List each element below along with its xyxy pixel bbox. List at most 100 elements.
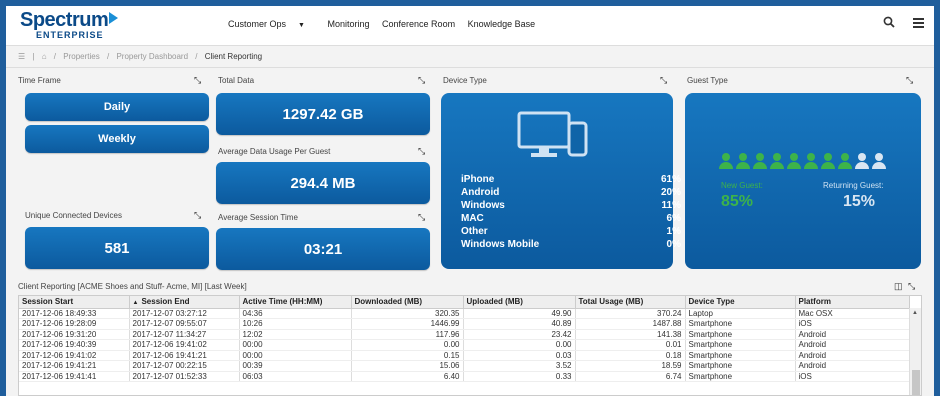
columns-icon[interactable]: ◫ — [894, 281, 903, 292]
unique-devices-value: 581 — [25, 227, 209, 269]
total-data-value: 1297.42 GB — [216, 93, 430, 135]
table-cell: 00:00 — [239, 339, 352, 351]
col-uploaded[interactable]: Uploaded (MB) — [463, 296, 576, 309]
person-icon — [855, 153, 869, 169]
expand-icon[interactable]: ⤡ — [418, 75, 425, 86]
table-row[interactable]: 2017-12-06 19:41:41 2017-12-07 01:52:33 06… — [19, 371, 910, 382]
guest-type-title: Guest Type — [687, 76, 728, 85]
device-name: MAC — [461, 213, 484, 224]
table-cell: iOS — [795, 318, 910, 330]
table-header: Session Start ▲ Session End Active Time (… — [19, 296, 910, 309]
table-cell: 0.00 — [463, 339, 576, 351]
table-cell: 2017-12-06 19:41:02 — [129, 339, 240, 351]
nav-customer-ops[interactable]: Customer Ops ▼ — [228, 19, 315, 29]
table-cell: 320.35 — [351, 308, 464, 319]
table-cell: 0.01 — [575, 339, 686, 351]
table-cell: 141.38 — [575, 329, 686, 340]
table-cell: 0.15 — [351, 350, 464, 361]
logo-arrow-icon — [109, 12, 119, 24]
logo-subtext: ENTERPRISE — [36, 30, 104, 40]
table-cell: Laptop — [685, 308, 796, 319]
col-session-end-label: Session End — [141, 297, 190, 307]
nav-knowledge-base[interactable]: Knowledge Base — [468, 19, 536, 29]
table-row[interactable]: 2017-12-06 19:40:39 2017-12-06 19:41:02 00… — [19, 339, 910, 351]
table-row[interactable]: 2017-12-06 19:28:09 2017-12-07 09:55:07 10… — [19, 318, 910, 330]
device-pct: 1% — [666, 226, 681, 237]
col-session-end[interactable]: ▲ Session End — [129, 296, 240, 309]
table-cell: iOS — [795, 371, 910, 382]
table-row[interactable]: 2017-12-06 18:49:33 2017-12-07 03:27:12 04… — [19, 308, 910, 319]
table-row[interactable]: 2017-12-06 19:41:21 2017-12-07 00:22:15 00… — [19, 360, 910, 372]
expand-icon[interactable]: ⤡ — [418, 146, 425, 157]
table-cell: 06:03 — [239, 371, 352, 382]
col-session-start[interactable]: Session Start — [19, 296, 130, 309]
table-cell: 04:36 — [239, 308, 352, 319]
person-icon — [838, 153, 852, 169]
scroll-thumb[interactable] — [912, 370, 920, 395]
col-active-time[interactable]: Active Time (HH:MM) — [239, 296, 352, 309]
expand-icon[interactable]: ⤡ — [194, 210, 201, 221]
col-downloaded[interactable]: Downloaded (MB) — [351, 296, 464, 309]
expand-icon[interactable]: ⤡ — [908, 281, 915, 292]
guest-people-icons — [719, 153, 889, 169]
table-cell: 1487.88 — [575, 318, 686, 330]
col-device-type[interactable]: Device Type — [685, 296, 796, 309]
breadcrumb-properties[interactable]: Properties — [63, 52, 99, 61]
nav-customer-ops-label: Customer Ops — [228, 19, 287, 29]
new-guest-label: New Guest: — [721, 181, 763, 190]
device-pct: 61% — [660, 174, 681, 185]
logo-text: Spectrum — [20, 9, 109, 31]
search-icon[interactable] — [883, 15, 899, 31]
expand-icon[interactable]: ⤡ — [418, 212, 425, 223]
sort-asc-icon: ▲ — [132, 300, 139, 307]
expand-icon[interactable]: ⤡ — [660, 75, 667, 86]
table-scrollbar[interactable]: ▲ — [909, 308, 921, 395]
table-cell: Smartphone — [685, 339, 796, 351]
table-cell: Smartphone — [685, 371, 796, 382]
guest-type-panel: New Guest: 85% Returning Guest: 15% — [685, 93, 921, 269]
table-cell: 0.33 — [463, 371, 576, 382]
home-icon[interactable]: ⌂ — [42, 52, 47, 61]
table-cell: 2017-12-06 19:41:41 — [19, 371, 130, 382]
person-icon — [872, 153, 886, 169]
table-cell: 2017-12-06 19:31:20 — [19, 329, 130, 340]
table-cell: 23.42 — [463, 329, 576, 340]
avg-session-title: Average Session Time — [218, 213, 298, 222]
col-platform[interactable]: Platform — [795, 296, 910, 309]
expand-icon[interactable]: ⤡ — [194, 75, 201, 86]
table-row[interactable]: 2017-12-06 19:31:20 2017-12-07 11:34:27 12… — [19, 329, 910, 340]
table-row[interactable]: 2017-12-06 19:41:02 2017-12-06 19:41:21 00… — [19, 350, 910, 361]
col-total-usage[interactable]: Total Usage (MB) — [575, 296, 686, 309]
sliders-icon[interactable]: ☰ — [18, 52, 25, 61]
app-frame: Spectrum ENTERPRISE Customer Ops ▼ Monito… — [6, 6, 934, 396]
table-cell: 2017-12-07 11:34:27 — [129, 329, 240, 340]
table-cell: 00:39 — [239, 360, 352, 372]
total-data-title: Total Data — [218, 76, 255, 85]
table-cell: 49.90 — [463, 308, 576, 319]
table-cell: 2017-12-07 00:22:15 — [129, 360, 240, 372]
caret-down-icon: ▼ — [298, 22, 305, 29]
device-pct: 6% — [666, 213, 681, 224]
daily-button[interactable]: Daily — [25, 93, 209, 121]
person-icon — [770, 153, 784, 169]
person-icon — [821, 153, 835, 169]
device-pct: 0% — [666, 239, 681, 250]
avg-session-value: 03:21 — [216, 228, 430, 270]
header-icons — [869, 15, 924, 31]
person-icon — [719, 153, 733, 169]
expand-icon[interactable]: ⤡ — [906, 75, 913, 86]
table-cell: 12:02 — [239, 329, 352, 340]
table-cell: Smartphone — [685, 329, 796, 340]
table-cell: 2017-12-07 03:27:12 — [129, 308, 240, 319]
table-cell: Smartphone — [685, 350, 796, 361]
table-cell: 2017-12-06 19:41:02 — [19, 350, 130, 361]
nav-conference-room[interactable]: Conference Room — [382, 19, 455, 29]
table-cell: 2017-12-07 01:52:33 — [129, 371, 240, 382]
scroll-up-icon[interactable]: ▲ — [912, 310, 918, 316]
breadcrumb-property-dashboard[interactable]: Property Dashboard — [116, 52, 188, 61]
new-guest-value: 85% — [721, 193, 754, 210]
nav-monitoring[interactable]: Monitoring — [327, 19, 369, 29]
hamburger-icon[interactable] — [913, 15, 924, 31]
spectrum-logo[interactable]: Spectrum ENTERPRISE — [20, 10, 130, 42]
weekly-button[interactable]: Weekly — [25, 125, 209, 153]
